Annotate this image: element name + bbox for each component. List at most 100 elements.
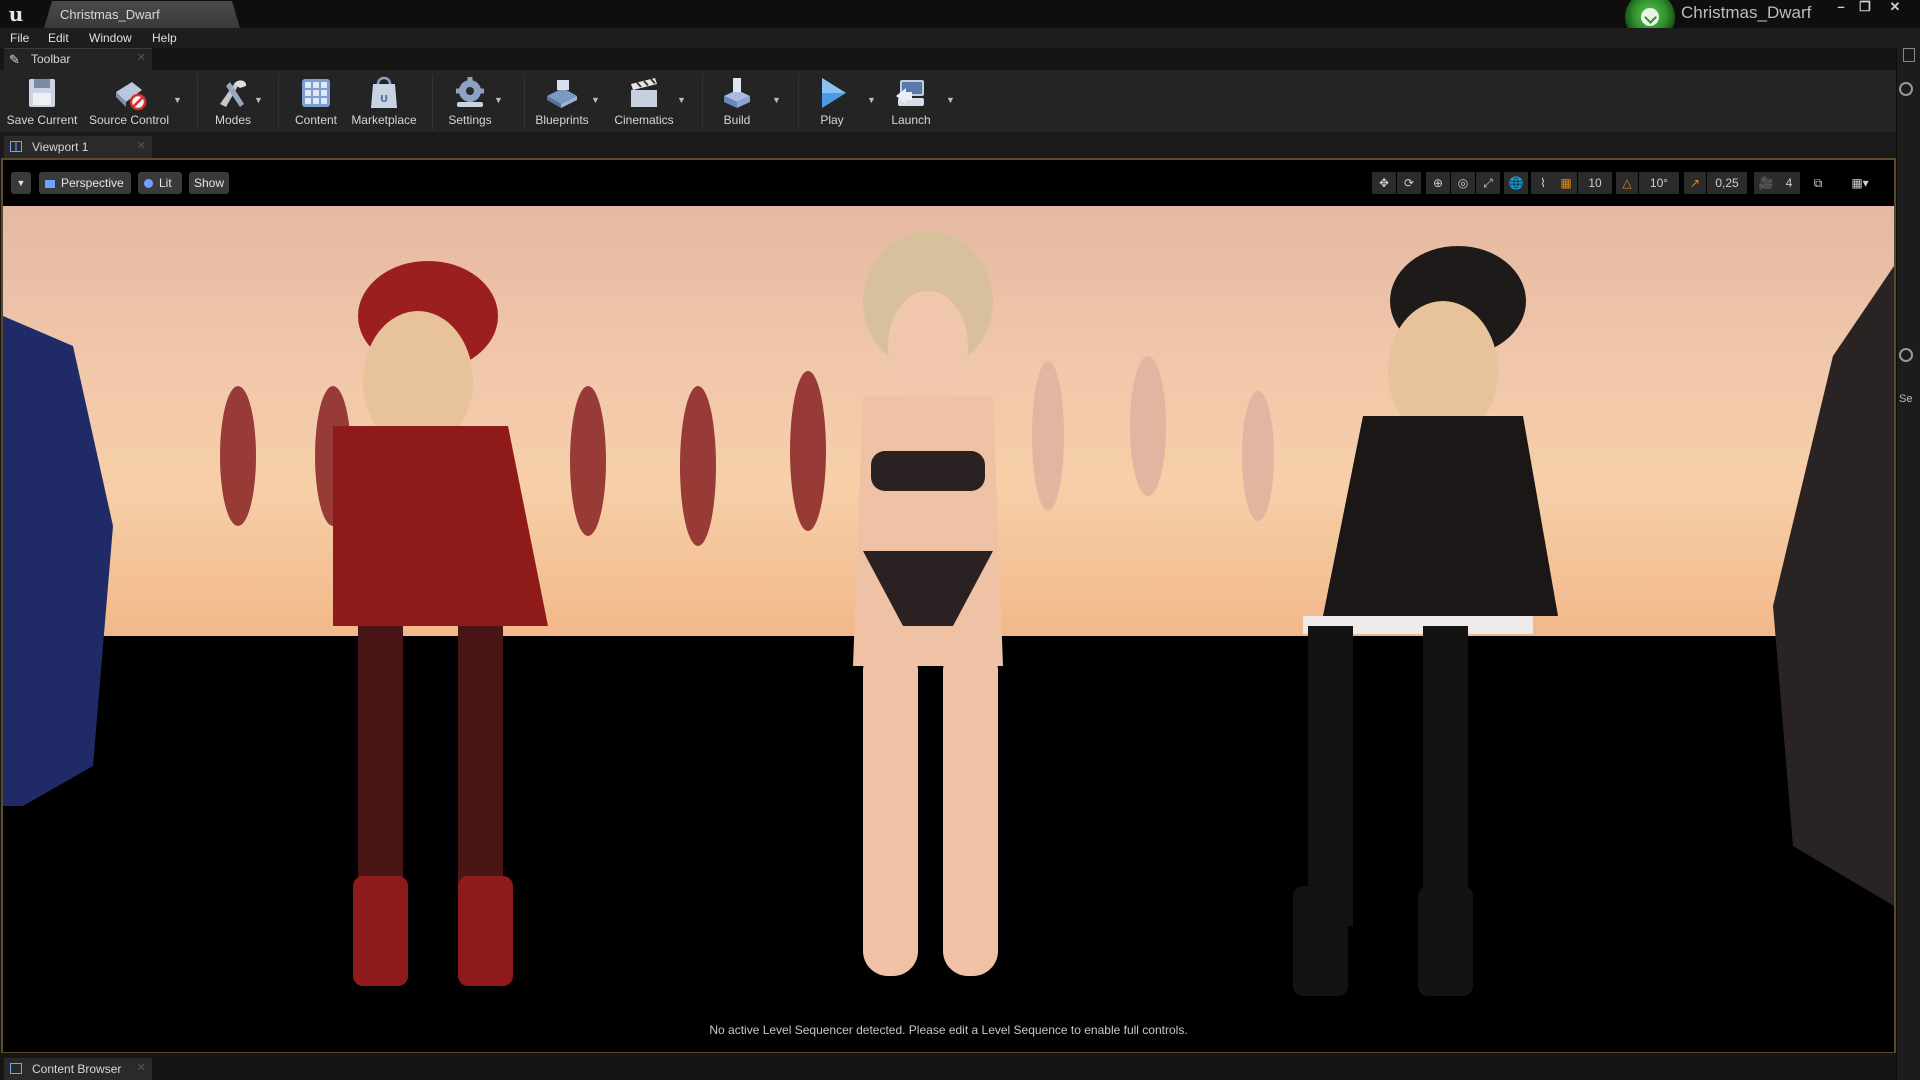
close-button[interactable]: ✕ — [1884, 0, 1906, 16]
lit-label: Lit — [159, 176, 172, 190]
content-button[interactable]: Content — [284, 72, 348, 130]
show-button[interactable]: Show — [189, 172, 229, 194]
panel-list-icon[interactable] — [1903, 48, 1915, 62]
modes-dropdown-icon[interactable]: ▼ — [254, 95, 264, 105]
toolbar-separator — [197, 74, 198, 130]
lit-icon — [144, 179, 153, 189]
select-tool-icon[interactable]: ◎ — [1451, 172, 1475, 194]
cinematics-label: Cinematics — [614, 113, 674, 127]
content-browser-icon — [10, 1063, 22, 1074]
viewport-tab[interactable]: Viewport 1 ✕ — [4, 136, 152, 158]
scale-tool-icon[interactable]: ⊕ — [1426, 172, 1450, 194]
surface-snap-icon[interactable]: ⌇ — [1531, 172, 1555, 194]
camera-speed-value[interactable]: 4 — [1778, 172, 1800, 194]
marketplace-button[interactable]: U Marketplace — [348, 72, 420, 130]
viewport-layout-icon[interactable]: ▦▾ — [1838, 172, 1882, 194]
scale-snap-icon[interactable]: ↗ — [1684, 172, 1706, 194]
source-control-icon — [116, 82, 147, 111]
menu-file[interactable]: File — [10, 28, 29, 48]
wrench-icon: ✎ — [9, 52, 20, 67]
rotation-snap-value[interactable]: 10° — [1639, 172, 1679, 194]
launch-icon — [896, 80, 924, 106]
rotate-tool-icon[interactable]: ⟳ — [1397, 172, 1421, 194]
menu-bar — [0, 28, 1920, 48]
modes-icon — [220, 80, 247, 107]
character-silhouettes — [3, 231, 1894, 996]
viewport-scene[interactable] — [3, 206, 1894, 1008]
build-icon — [724, 78, 750, 108]
menu-window[interactable]: Window — [89, 28, 132, 48]
content-icon — [302, 79, 330, 107]
content-browser-label: Content Browser — [32, 1062, 122, 1076]
close-tab-icon[interactable]: ✕ — [137, 1061, 146, 1074]
source-control-dropdown-icon[interactable]: ▼ — [173, 95, 183, 105]
cinematics-icon — [631, 78, 657, 107]
viewport-options-dropdown[interactable]: ▼ — [11, 172, 31, 194]
svg-text:U: U — [380, 94, 388, 105]
blueprints-button[interactable]: Blueprints — [530, 72, 594, 130]
build-button[interactable]: Build — [708, 72, 766, 130]
blueprints-icon — [547, 80, 577, 108]
source-control-button[interactable]: Source Control — [86, 72, 172, 130]
blueprints-label: Blueprints — [535, 113, 589, 127]
play-dropdown-icon[interactable]: ▼ — [867, 95, 877, 105]
right-side-panel: Se — [1896, 48, 1920, 1080]
source-control-label: Source Control — [88, 113, 170, 127]
play-button[interactable]: Play — [806, 72, 858, 130]
content-label: Content — [294, 113, 338, 127]
settings-button[interactable]: Settings — [440, 72, 500, 130]
search-icon[interactable] — [1899, 82, 1913, 96]
viewport-icon — [10, 141, 22, 152]
toolbar-separator — [524, 74, 525, 130]
menu-help[interactable]: Help — [152, 28, 177, 48]
content-browser-tab[interactable]: Content Browser ✕ — [4, 1058, 152, 1080]
blueprints-dropdown-icon[interactable]: ▼ — [591, 95, 601, 105]
unreal-logo-icon[interactable]: u — [4, 2, 28, 26]
toolbar-tab-label: Toolbar — [31, 52, 71, 66]
perspective-icon — [45, 179, 55, 188]
save-icon — [29, 79, 55, 107]
scale-snap-value[interactable]: 0,25 — [1707, 172, 1747, 194]
translate-tool-icon[interactable]: ✥ — [1372, 172, 1396, 194]
toolbar-tab[interactable]: ✎ Toolbar ✕ — [4, 48, 152, 70]
maximize-button[interactable]: ❐ — [1854, 0, 1876, 16]
close-tab-icon[interactable]: ✕ — [137, 51, 146, 64]
document-tab-label: Christmas_Dwarf — [60, 7, 160, 22]
play-icon — [822, 78, 846, 108]
right-panel-label: Se — [1899, 393, 1913, 405]
world-space-icon[interactable]: 🌐 — [1504, 172, 1528, 194]
details-icon[interactable] — [1899, 348, 1913, 362]
camera-speed-icon[interactable]: 🎥 — [1754, 172, 1778, 194]
maximize-tool-icon[interactable]: ⤢ — [1476, 172, 1500, 194]
perspective-label: Perspective — [61, 176, 124, 190]
restore-viewport-icon[interactable]: ⧉ — [1808, 172, 1828, 194]
grid-snap-value[interactable]: 10 — [1578, 172, 1612, 194]
settings-label: Settings — [448, 113, 492, 127]
play-label: Play — [820, 113, 844, 127]
rotation-snap-icon[interactable]: △ — [1616, 172, 1638, 194]
toolbar-separator — [278, 74, 279, 130]
cinematics-button[interactable]: Cinematics — [604, 72, 684, 130]
cinematics-dropdown-icon[interactable]: ▼ — [677, 95, 687, 105]
close-tab-icon[interactable]: ✕ — [137, 139, 146, 152]
perspective-button[interactable]: Perspective — [39, 172, 131, 194]
grid-snap-icon[interactable]: ▦ — [1555, 172, 1577, 194]
save-current-button[interactable]: Save Current — [4, 72, 80, 130]
settings-dropdown-icon[interactable]: ▼ — [494, 95, 504, 105]
modes-label: Modes — [214, 113, 252, 127]
launch-button[interactable]: Launch — [880, 72, 942, 130]
lit-button[interactable]: Lit — [138, 172, 182, 194]
marketplace-icon: U — [371, 76, 397, 108]
viewport-tab-bar — [0, 132, 1896, 158]
launch-label: Launch — [891, 113, 931, 127]
save-current-label: Save Current — [6, 113, 78, 127]
viewport-status-message: No active Level Sequencer detected. Plea… — [3, 1008, 1894, 1052]
marketplace-label: Marketplace — [351, 113, 417, 127]
settings-icon — [456, 77, 484, 107]
menu-edit[interactable]: Edit — [48, 28, 69, 48]
minimize-button[interactable]: – — [1830, 0, 1852, 16]
build-dropdown-icon[interactable]: ▼ — [772, 95, 782, 105]
launch-dropdown-icon[interactable]: ▼ — [946, 95, 956, 105]
document-tab[interactable]: Christmas_Dwarf — [44, 1, 240, 28]
project-name: Christmas_Dwarf — [1681, 3, 1812, 22]
